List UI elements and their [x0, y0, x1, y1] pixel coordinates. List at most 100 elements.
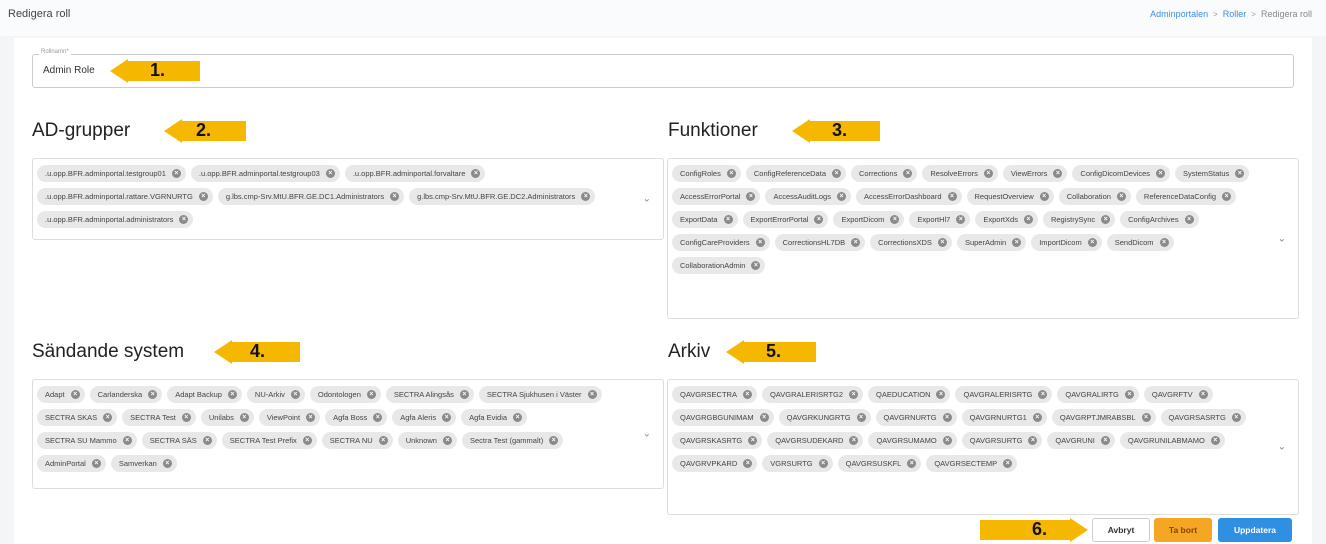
remove-chip-icon[interactable]: ×	[936, 390, 946, 399]
remove-chip-icon[interactable]: ×	[179, 215, 189, 224]
remove-chip-icon[interactable]: ×	[942, 436, 952, 445]
remove-chip-icon[interactable]: ×	[849, 390, 859, 399]
remove-chip-icon[interactable]: ×	[983, 169, 993, 178]
sending-systems-select[interactable]: Adapt × Carlanderska × Adapt Backup × NU-Arkiv…	[32, 379, 664, 489]
archives-select[interactable]: QAVGRSECTRA × QAVGRALERISRTG2 × QAEDUCATION ×…	[667, 379, 1299, 515]
remove-chip-icon[interactable]: ×	[239, 413, 249, 422]
remove-chip-icon[interactable]: ×	[227, 390, 237, 399]
remove-chip-icon[interactable]: ×	[306, 413, 316, 422]
update-button[interactable]: Uppdatera	[1218, 518, 1292, 542]
remove-chip-icon[interactable]: ×	[198, 192, 208, 201]
remove-chip-icon[interactable]: ×	[1003, 459, 1013, 468]
chip-label: Unknown	[405, 436, 437, 445]
remove-chip-icon[interactable]: ×	[1222, 192, 1232, 201]
breadcrumb-adminportalen[interactable]: Adminportalen	[1150, 9, 1208, 19]
remove-chip-icon[interactable]: ×	[849, 436, 859, 445]
remove-chip-icon[interactable]: ×	[1184, 215, 1194, 224]
remove-chip-icon[interactable]: ×	[1028, 436, 1038, 445]
remove-chip-icon[interactable]: ×	[513, 413, 523, 422]
selected-chip: ViewErrors ×	[1002, 165, 1068, 182]
remove-chip-icon[interactable]: ×	[755, 238, 765, 247]
remove-chip-icon[interactable]: ×	[748, 436, 758, 445]
selected-chip: .u.opp.BFR.adminportal.testgroup03 ×	[190, 165, 340, 182]
remove-chip-icon[interactable]: ×	[70, 390, 80, 399]
remove-chip-icon[interactable]: ×	[742, 390, 752, 399]
remove-chip-icon[interactable]: ×	[1100, 436, 1110, 445]
remove-chip-icon[interactable]: ×	[903, 169, 913, 178]
remove-chip-icon[interactable]: ×	[1198, 390, 1208, 399]
chevron-down-icon[interactable]: ⌄	[1278, 233, 1286, 244]
remove-chip-icon[interactable]: ×	[91, 459, 101, 468]
remove-chip-icon[interactable]: ×	[818, 459, 828, 468]
remove-chip-icon[interactable]: ×	[471, 169, 481, 178]
remove-chip-icon[interactable]: ×	[851, 238, 861, 247]
remove-chip-icon[interactable]: ×	[1156, 169, 1166, 178]
remove-chip-icon[interactable]: ×	[148, 390, 158, 399]
remove-chip-icon[interactable]: ×	[1124, 390, 1134, 399]
remove-chip-icon[interactable]: ×	[743, 459, 753, 468]
remove-chip-icon[interactable]: ×	[442, 413, 452, 422]
remove-chip-icon[interactable]: ×	[1141, 413, 1151, 422]
chevron-down-icon[interactable]: ⌄	[643, 194, 651, 205]
remove-chip-icon[interactable]: ×	[1231, 413, 1241, 422]
remove-chip-icon[interactable]: ×	[459, 390, 469, 399]
functions-title: Funktioner	[668, 120, 758, 141]
remove-chip-icon[interactable]: ×	[1012, 238, 1022, 247]
chevron-down-icon[interactable]: ⌄	[643, 429, 651, 440]
remove-chip-icon[interactable]: ×	[723, 215, 733, 224]
remove-chip-icon[interactable]: ×	[836, 192, 846, 201]
remove-chip-icon[interactable]: ×	[759, 413, 769, 422]
selected-chip: ExportData ×	[672, 211, 738, 228]
remove-chip-icon[interactable]: ×	[373, 413, 383, 422]
selected-chip: ResolveErrors ×	[922, 165, 998, 182]
remove-chip-icon[interactable]: ×	[302, 436, 312, 445]
role-name-field[interactable]: Rollnamn*	[32, 49, 1294, 88]
remove-chip-icon[interactable]: ×	[103, 413, 113, 422]
remove-chip-icon[interactable]: ×	[1116, 192, 1126, 201]
remove-chip-icon[interactable]: ×	[1087, 238, 1097, 247]
remove-chip-icon[interactable]: ×	[726, 169, 736, 178]
remove-chip-icon[interactable]: ×	[890, 215, 900, 224]
remove-chip-icon[interactable]: ×	[171, 169, 181, 178]
remove-chip-icon[interactable]: ×	[947, 192, 957, 201]
remove-chip-icon[interactable]: ×	[181, 413, 191, 422]
remove-chip-icon[interactable]: ×	[814, 215, 824, 224]
remove-chip-icon[interactable]: ×	[122, 436, 132, 445]
remove-chip-icon[interactable]: ×	[1039, 192, 1049, 201]
remove-chip-icon[interactable]: ×	[325, 169, 335, 178]
remove-chip-icon[interactable]: ×	[746, 192, 756, 201]
remove-chip-icon[interactable]: ×	[378, 436, 388, 445]
remove-chip-icon[interactable]: ×	[549, 436, 559, 445]
remove-chip-icon[interactable]: ×	[587, 390, 597, 399]
breadcrumb-roller[interactable]: Roller	[1223, 9, 1247, 19]
chevron-down-icon[interactable]: ⌄	[1278, 442, 1286, 453]
remove-chip-icon[interactable]: ×	[1053, 169, 1063, 178]
remove-chip-icon[interactable]: ×	[937, 238, 947, 247]
remove-chip-icon[interactable]: ×	[1210, 436, 1220, 445]
ad-groups-select[interactable]: .u.opp.BFR.adminportal.testgroup01 × .u.op…	[32, 158, 664, 240]
remove-chip-icon[interactable]: ×	[1032, 413, 1042, 422]
selected-chip: VGRSURTG ×	[762, 455, 833, 472]
remove-chip-icon[interactable]: ×	[290, 390, 300, 399]
remove-chip-icon[interactable]: ×	[942, 413, 952, 422]
remove-chip-icon[interactable]: ×	[1101, 215, 1111, 224]
remove-chip-icon[interactable]: ×	[442, 436, 452, 445]
remove-chip-icon[interactable]: ×	[907, 459, 917, 468]
delete-button[interactable]: Ta bort	[1154, 518, 1212, 542]
remove-chip-icon[interactable]: ×	[751, 261, 761, 270]
chip-label: QAEDUCATION	[876, 390, 931, 399]
remove-chip-icon[interactable]: ×	[366, 390, 376, 399]
remove-chip-icon[interactable]: ×	[581, 192, 591, 201]
remove-chip-icon[interactable]: ×	[1038, 390, 1048, 399]
remove-chip-icon[interactable]: ×	[1023, 215, 1033, 224]
remove-chip-icon[interactable]: ×	[1159, 238, 1169, 247]
cancel-button[interactable]: Avbryt	[1092, 518, 1150, 542]
remove-chip-icon[interactable]: ×	[202, 436, 212, 445]
remove-chip-icon[interactable]: ×	[162, 459, 172, 468]
functions-select[interactable]: ConfigRoles × ConfigReferenceData × Correcti…	[667, 158, 1299, 319]
remove-chip-icon[interactable]: ×	[832, 169, 841, 178]
remove-chip-icon[interactable]: ×	[1235, 169, 1245, 178]
remove-chip-icon[interactable]: ×	[856, 413, 866, 422]
remove-chip-icon[interactable]: ×	[956, 215, 966, 224]
remove-chip-icon[interactable]: ×	[390, 192, 400, 201]
